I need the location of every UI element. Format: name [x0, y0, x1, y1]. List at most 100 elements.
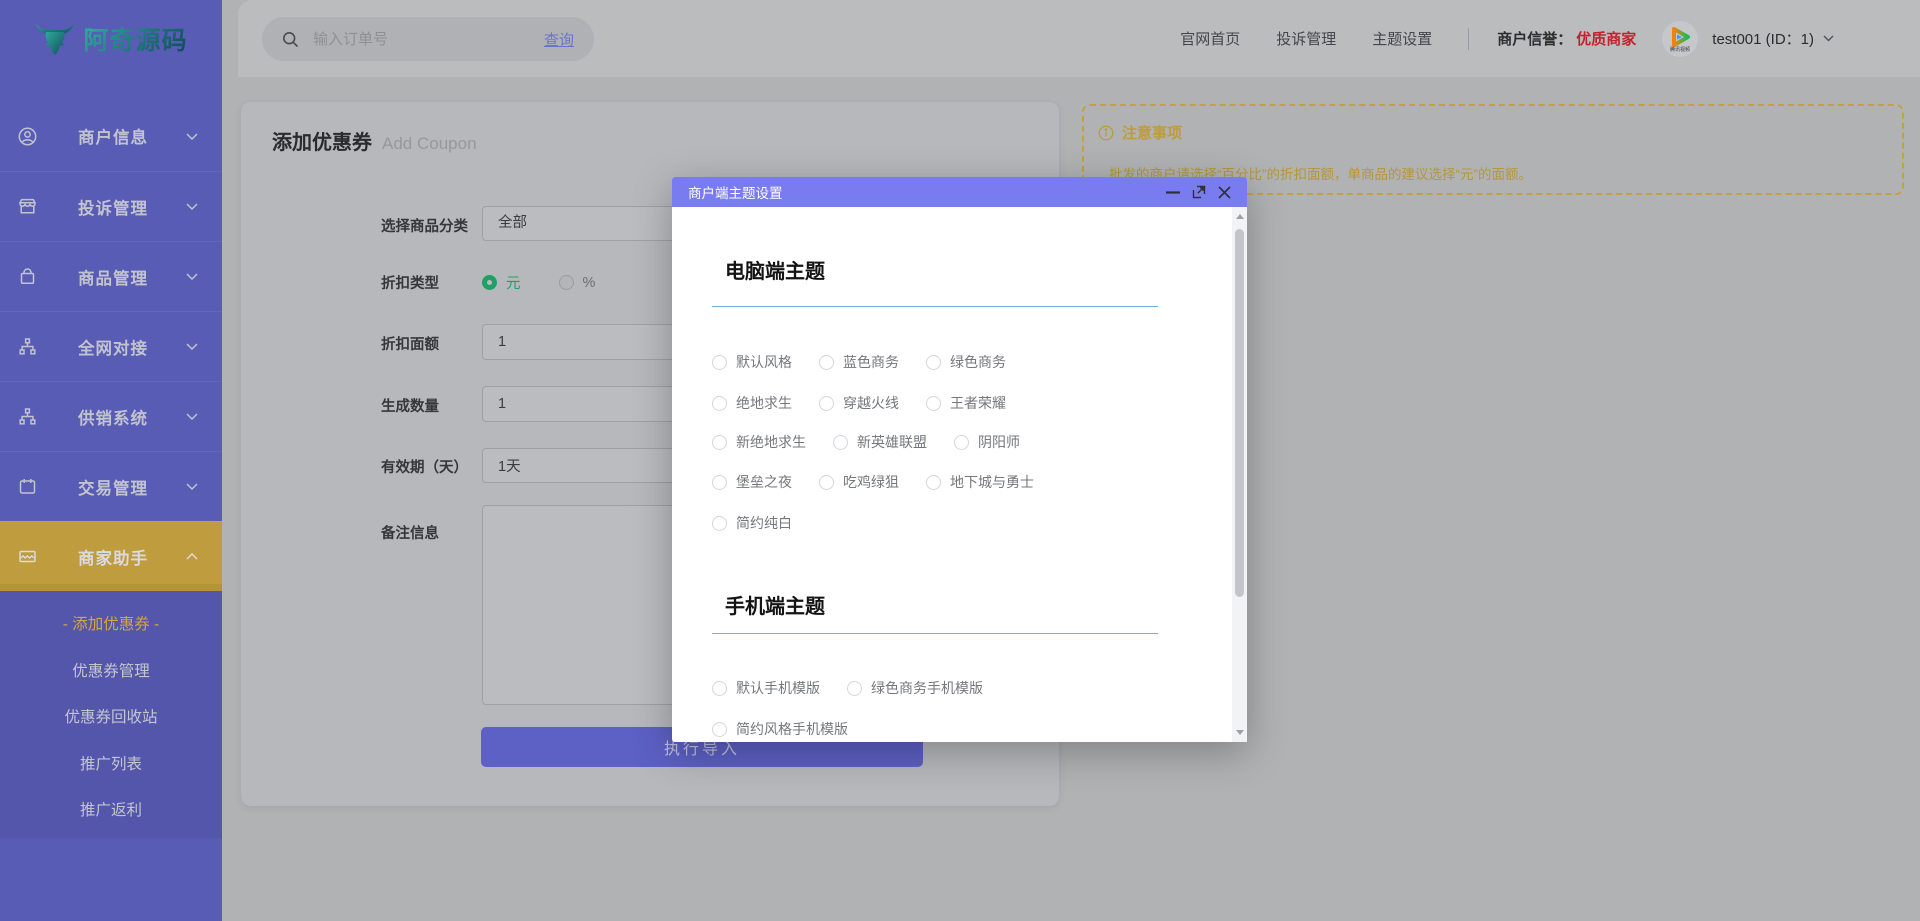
sidebar-subitem-coupon-recycle[interactable]: 优惠券回收站 — [0, 695, 222, 742]
sidebar-item-trade-management[interactable]: 交易管理 — [0, 451, 222, 521]
radio-label: 元 — [506, 272, 521, 293]
modal-window-controls — [1166, 185, 1231, 199]
radio-icon — [712, 355, 727, 370]
play-logo-icon: 腾讯视频 — [1666, 25, 1694, 53]
radio-percent[interactable]: % — [559, 275, 596, 291]
category-label: 选择商品分类 — [381, 215, 468, 236]
modal-body: 电脑端主题 默认风格 蓝色商务 绿色商务 绝地求生 穿越火线 王者荣耀 新绝地求… — [672, 207, 1247, 742]
radio-icon — [954, 435, 969, 450]
sidebar-subitem-add-coupon[interactable]: - 添加优惠券 - — [0, 602, 222, 649]
theme-option[interactable]: 蓝色商务 — [819, 352, 899, 372]
notice-head: 注意事项 — [1098, 122, 1182, 143]
maximize-icon[interactable] — [1192, 185, 1206, 199]
scroll-down-icon[interactable] — [1236, 730, 1244, 735]
theme-option-label: 简约纯白 — [736, 513, 792, 533]
svg-text:腾讯视频: 腾讯视频 — [1670, 46, 1690, 53]
theme-option-label: 穿越火线 — [843, 393, 899, 413]
pc-theme-row: 简约纯白 — [712, 514, 792, 532]
sidebar-item-network-integration[interactable]: 全网对接 — [0, 311, 222, 381]
sidebar-subitem-promotion-list[interactable]: 推广列表 — [0, 742, 222, 789]
store-icon — [17, 196, 38, 217]
theme-option[interactable]: 绝地求生 — [712, 393, 792, 413]
shopping-bag-icon — [17, 266, 38, 287]
pc-theme-row: 默认风格 蓝色商务 绿色商务 — [712, 353, 1006, 371]
radio-icon — [712, 475, 727, 490]
theme-option[interactable]: 绿色商务 — [926, 352, 1006, 372]
theme-option-label: 绿色商务手机模版 — [871, 678, 983, 698]
theme-option-label: 堡垒之夜 — [736, 472, 792, 492]
modal-scrollbar[interactable] — [1232, 207, 1247, 742]
radio-icon — [712, 396, 727, 411]
sidebar-item-merchant-assistant[interactable]: 商家助手 — [0, 521, 222, 591]
modal-titlebar[interactable]: 商户端主题设置 — [672, 177, 1247, 207]
sidebar-subitem-coupon-management[interactable]: 优惠券管理 — [0, 649, 222, 696]
top-header: 查询 官网首页 投诉管理 主题设置 商户信誉： 优质商家 腾讯视频 test00… — [222, 0, 1920, 77]
chevron-down-icon — [186, 133, 198, 140]
modal-title: 商户端主题设置 — [688, 182, 783, 202]
theme-option[interactable]: 新绝地求生 — [712, 432, 806, 452]
theme-settings-modal: 商户端主题设置 电脑端主题 默认风格 蓝色商务 绿色商务 绝地求生 穿越火线 王… — [672, 177, 1247, 742]
theme-option[interactable]: 王者荣耀 — [926, 393, 1006, 413]
nav-official-home[interactable]: 官网首页 — [1180, 28, 1240, 49]
sidebar-subitem-promotion-rebate[interactable]: 推广返利 — [0, 788, 222, 835]
theme-option-label: 地下城与勇士 — [950, 472, 1034, 492]
theme-option-label: 阴阳师 — [978, 432, 1020, 452]
minimize-icon[interactable] — [1166, 191, 1180, 194]
nav-theme-settings[interactable]: 主题设置 — [1372, 28, 1432, 49]
quantity-label: 生成数量 — [381, 395, 439, 416]
calendar-icon — [17, 476, 38, 497]
sidebar-item-complaint-management[interactable]: 投诉管理 — [0, 171, 222, 241]
avatar[interactable]: 腾讯视频 — [1662, 21, 1698, 57]
sidebar-item-label: 供销系统 — [78, 405, 148, 429]
scroll-up-icon[interactable] — [1236, 214, 1244, 219]
theme-option[interactable]: 简约纯白 — [712, 513, 792, 533]
theme-option[interactable]: 吃鸡绿狙 — [819, 472, 899, 492]
sidebar-item-label: 投诉管理 — [78, 195, 148, 219]
reputation-value: 优质商家 — [1576, 28, 1636, 49]
theme-option[interactable]: 默认手机模版 — [712, 678, 820, 698]
app-logo: 阿奇源码 — [0, 0, 222, 77]
theme-option[interactable]: 绿色商务手机模版 — [847, 678, 983, 698]
info-icon — [1098, 125, 1114, 141]
search-icon — [282, 31, 299, 48]
theme-option[interactable]: 堡垒之夜 — [712, 472, 792, 492]
radio-yuan[interactable]: 元 — [482, 272, 521, 293]
mobile-theme-row: 默认手机模版 绿色商务手机模版 — [712, 679, 983, 697]
theme-option[interactable]: 穿越火线 — [819, 393, 899, 413]
chevron-down-icon[interactable] — [1823, 35, 1834, 42]
pc-theme-row: 新绝地求生 新英雄联盟 阴阳师 — [712, 433, 1020, 451]
theme-option[interactable]: 地下城与勇士 — [926, 472, 1034, 492]
theme-option[interactable]: 新英雄联盟 — [833, 432, 927, 452]
chevron-up-icon — [186, 553, 198, 560]
radio-icon — [712, 516, 727, 531]
scrollbar-thumb[interactable] — [1235, 229, 1244, 597]
user-circle-icon — [17, 126, 38, 147]
chevron-down-icon — [186, 203, 198, 210]
theme-option[interactable]: 阴阳师 — [954, 432, 1020, 452]
theme-option-label: 绝地求生 — [736, 393, 792, 413]
search-button[interactable]: 查询 — [544, 29, 574, 50]
nav-complaint-management[interactable]: 投诉管理 — [1276, 28, 1336, 49]
discount-type-radios: 元 % — [482, 272, 595, 293]
section-underline — [712, 633, 1158, 634]
sidebar-item-supply-system[interactable]: 供销系统 — [0, 381, 222, 451]
theme-option[interactable]: 默认风格 — [712, 352, 792, 372]
pc-theme-heading: 电脑端主题 — [725, 255, 825, 284]
sidebar-item-product-management[interactable]: 商品管理 — [0, 241, 222, 311]
sidebar-item-merchant-info[interactable]: 商户信息 — [0, 101, 222, 171]
radio-label: % — [583, 275, 596, 291]
header-right: 官网首页 投诉管理 主题设置 商户信誉： 优质商家 腾讯视频 test001 (… — [1180, 0, 1920, 77]
theme-option[interactable]: 简约风格手机模版 — [712, 719, 848, 739]
radio-selected-icon — [482, 275, 497, 290]
radio-icon — [712, 435, 727, 450]
theme-option-label: 简约风格手机模版 — [736, 719, 848, 739]
chevron-down-icon — [186, 273, 198, 280]
search-input[interactable] — [313, 31, 544, 48]
close-icon[interactable] — [1218, 186, 1231, 199]
sitemap-icon — [17, 336, 38, 357]
radio-icon — [926, 475, 941, 490]
radio-icon — [926, 355, 941, 370]
username[interactable]: test001 (ID：1) — [1712, 28, 1814, 49]
radio-unselected-icon — [559, 275, 574, 290]
chevron-down-icon — [186, 483, 198, 490]
